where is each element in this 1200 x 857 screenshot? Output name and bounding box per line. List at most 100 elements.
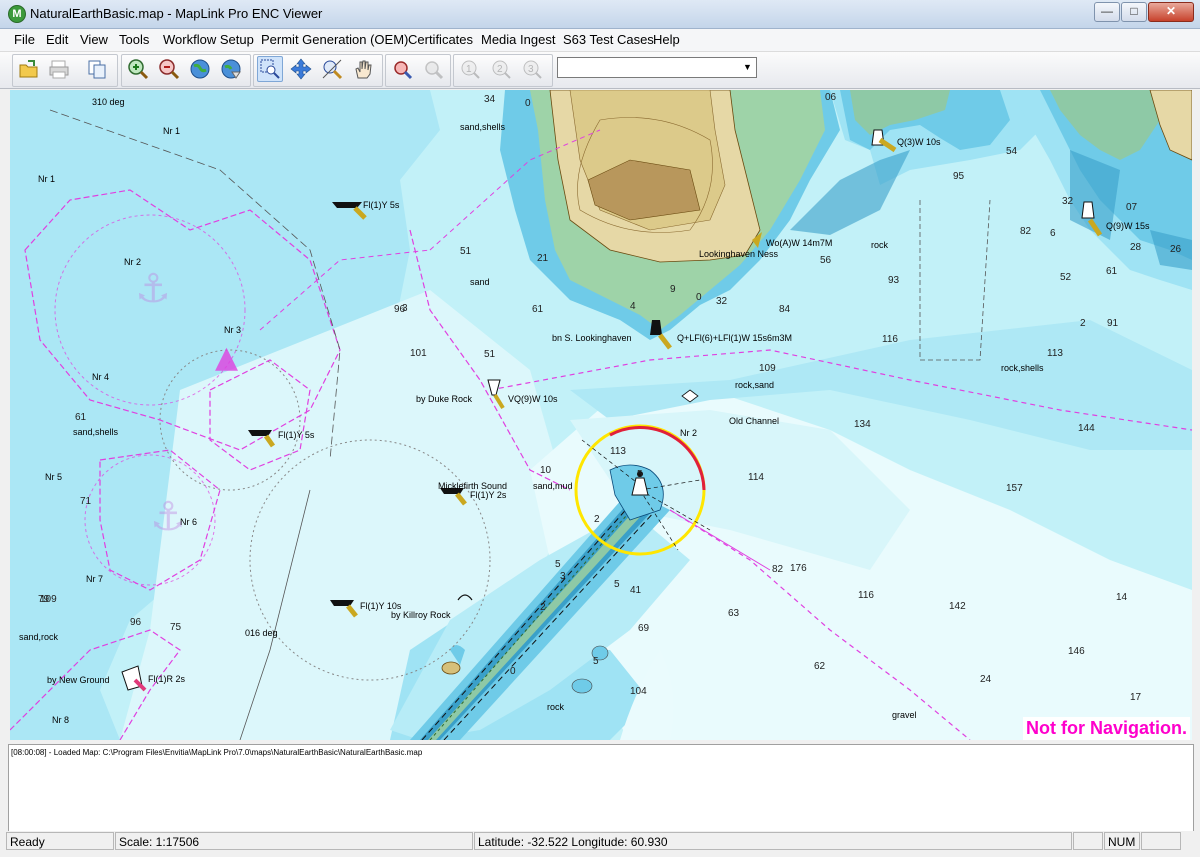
depth-sounding: 113 xyxy=(1047,348,1063,359)
depth-sounding: 5 xyxy=(593,656,599,667)
status-empty xyxy=(1073,832,1103,850)
map-label: 016 deg xyxy=(245,628,278,638)
depth-sounding: 104 xyxy=(630,686,647,697)
depth-sounding: 0 xyxy=(696,292,702,303)
depth-sounding: 63 xyxy=(728,608,740,619)
depth-sounding: 32 xyxy=(1062,196,1074,207)
find-icon[interactable] xyxy=(389,56,415,82)
map-label: sand,shells xyxy=(460,122,506,132)
map-label: Lookinghaven Ness xyxy=(699,249,779,259)
depth-sounding: 82 xyxy=(1020,226,1032,237)
map-label: Q(3)W 10s xyxy=(897,137,941,147)
view3-icon[interactable]: 3 xyxy=(519,56,545,82)
menu-edit[interactable]: Edit xyxy=(46,32,68,47)
depth-sounding: 116 xyxy=(858,590,874,601)
close-button[interactable]: ✕ xyxy=(1148,2,1194,22)
view1-icon[interactable]: 1 xyxy=(457,56,483,82)
map-label: sand,mud xyxy=(533,481,573,491)
depth-sounding: 109 xyxy=(40,594,57,605)
map-label: Nr 5 xyxy=(45,472,62,482)
depth-sounding: 61 xyxy=(1106,266,1118,277)
map-label: sand xyxy=(470,277,490,287)
map-label: rock,sand xyxy=(735,380,774,390)
depth-sounding: 51 xyxy=(460,246,472,257)
depth-sounding: 157 xyxy=(1006,483,1023,494)
zoom-box-icon[interactable] xyxy=(257,56,283,82)
map-label: rock,shells xyxy=(1001,363,1044,373)
map-label: rock xyxy=(547,702,565,712)
menu-s63-test-cases[interactable]: S63 Test Cases xyxy=(563,32,654,47)
hand-icon[interactable] xyxy=(350,56,376,82)
map-label: VQ(9)W 10s xyxy=(508,394,558,404)
depth-sounding: 82 xyxy=(772,564,784,575)
depth-sounding: 51 xyxy=(484,349,496,360)
minimize-button[interactable]: — xyxy=(1094,2,1120,22)
svg-text:2: 2 xyxy=(497,64,503,75)
copy-icon[interactable] xyxy=(84,56,110,82)
map-label: Nr 2 xyxy=(680,428,697,438)
depth-sounding: 116 xyxy=(882,334,898,345)
map-label: Nr 8 xyxy=(52,715,69,725)
depth-sounding: 61 xyxy=(532,304,544,315)
depth-sounding: 176 xyxy=(790,563,807,574)
depth-sounding: 0 xyxy=(510,666,516,677)
depth-sounding: 52 xyxy=(1060,272,1072,283)
output-log-panel[interactable]: [08:00:08] - Loaded Map: C:\Program File… xyxy=(8,744,1194,832)
svg-text:⚓: ⚓ xyxy=(135,266,171,312)
map-label: Old Channel xyxy=(729,416,779,426)
depth-sounding: 10 xyxy=(540,465,552,476)
map-label: by Killroy Rock xyxy=(391,610,451,620)
chevron-down-icon[interactable]: ▼ xyxy=(740,59,755,74)
chart-map-view[interactable]: ⚓ ⚓ ▲ 310 deg Nr 1 Nr 1 Nr 2 Nr 3 Nr 4 N… xyxy=(10,90,1192,740)
find-next-icon[interactable] xyxy=(420,56,446,82)
depth-sounding: 6 xyxy=(1050,228,1056,239)
menu-certificates[interactable]: Certificates xyxy=(408,32,473,47)
menu-tools[interactable]: Tools xyxy=(119,32,149,47)
depth-sounding: 5 xyxy=(637,469,643,480)
toolbar-combo-box[interactable]: ▼ xyxy=(557,57,757,78)
map-label: Nr 7 xyxy=(86,574,103,584)
depth-sounding: 28 xyxy=(1130,242,1142,253)
menu-bar: File Edit View Tools Workflow Setup Perm… xyxy=(0,29,1200,52)
map-label: 310 deg xyxy=(92,97,125,107)
map-label: Fl(1)R 2s xyxy=(148,674,186,684)
status-scale: Scale: 1:17506 xyxy=(115,832,473,850)
menu-help[interactable]: Help xyxy=(653,32,680,47)
print-icon[interactable] xyxy=(46,56,72,82)
map-label: gravel xyxy=(892,710,917,720)
menu-view[interactable]: View xyxy=(80,32,108,47)
pan-arrows-icon[interactable] xyxy=(288,56,314,82)
menu-media-ingest[interactable]: Media Ingest xyxy=(481,32,555,47)
depth-sounding: 146 xyxy=(1068,646,1085,657)
depth-sounding: 113 xyxy=(610,446,626,457)
depth-sounding: 07 xyxy=(1126,202,1138,213)
menu-permit-generation[interactable]: Permit Generation (OEM) xyxy=(261,32,408,47)
depth-sounding: 06 xyxy=(825,92,837,103)
map-label: Q(9)W 15s xyxy=(1106,221,1150,231)
globe-icon[interactable] xyxy=(187,56,213,82)
depth-sounding: 26 xyxy=(1170,244,1182,255)
depth-sounding: 4 xyxy=(630,301,636,312)
zoom-in-icon[interactable] xyxy=(125,56,151,82)
status-bar: Ready Scale: 1:17506 Latitude: -32.522 L… xyxy=(0,831,1200,857)
depth-sounding: 5 xyxy=(555,559,561,570)
view2-icon[interactable]: 2 xyxy=(488,56,514,82)
menu-file[interactable]: File xyxy=(14,32,35,47)
zoom-tool-icon[interactable] xyxy=(319,56,345,82)
map-label: Fl(1)Y 2s xyxy=(470,490,507,500)
depth-sounding: 93 xyxy=(888,275,900,286)
depth-sounding: 21 xyxy=(537,253,549,264)
depth-sounding: 41 xyxy=(630,585,642,596)
map-label: Nr 3 xyxy=(224,325,241,335)
depth-sounding: 24 xyxy=(980,674,992,685)
depth-sounding: 9 xyxy=(670,284,676,295)
zoom-out-icon[interactable] xyxy=(156,56,182,82)
open-folder-icon[interactable] xyxy=(16,56,42,82)
window-title: NaturalEarthBasic.map - MapLink Pro ENC … xyxy=(30,6,323,21)
maximize-button[interactable]: □ xyxy=(1121,2,1147,22)
menu-workflow-setup[interactable]: Workflow Setup xyxy=(163,32,254,47)
map-label: Wo(A)W 14m7M xyxy=(766,238,832,248)
map-label: Nr 2 xyxy=(124,257,141,267)
status-scroll xyxy=(1141,832,1181,850)
globe-refresh-icon[interactable] xyxy=(218,56,244,82)
